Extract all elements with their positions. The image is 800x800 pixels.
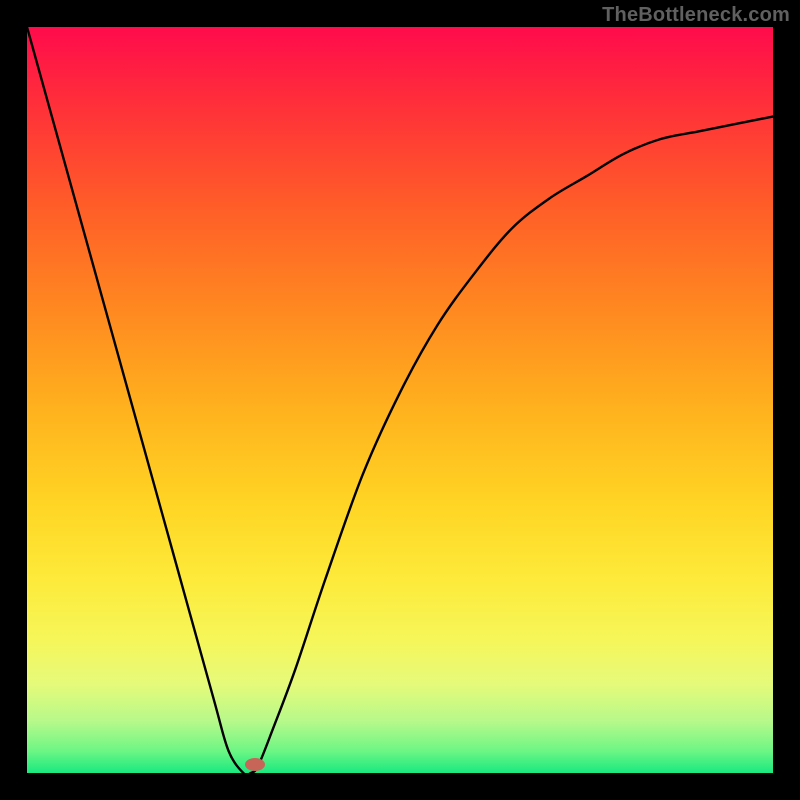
plot-area <box>27 27 773 773</box>
minimum-marker <box>245 758 265 771</box>
watermark-text: TheBottleneck.com <box>602 4 790 27</box>
bottleneck-curve <box>27 27 773 773</box>
